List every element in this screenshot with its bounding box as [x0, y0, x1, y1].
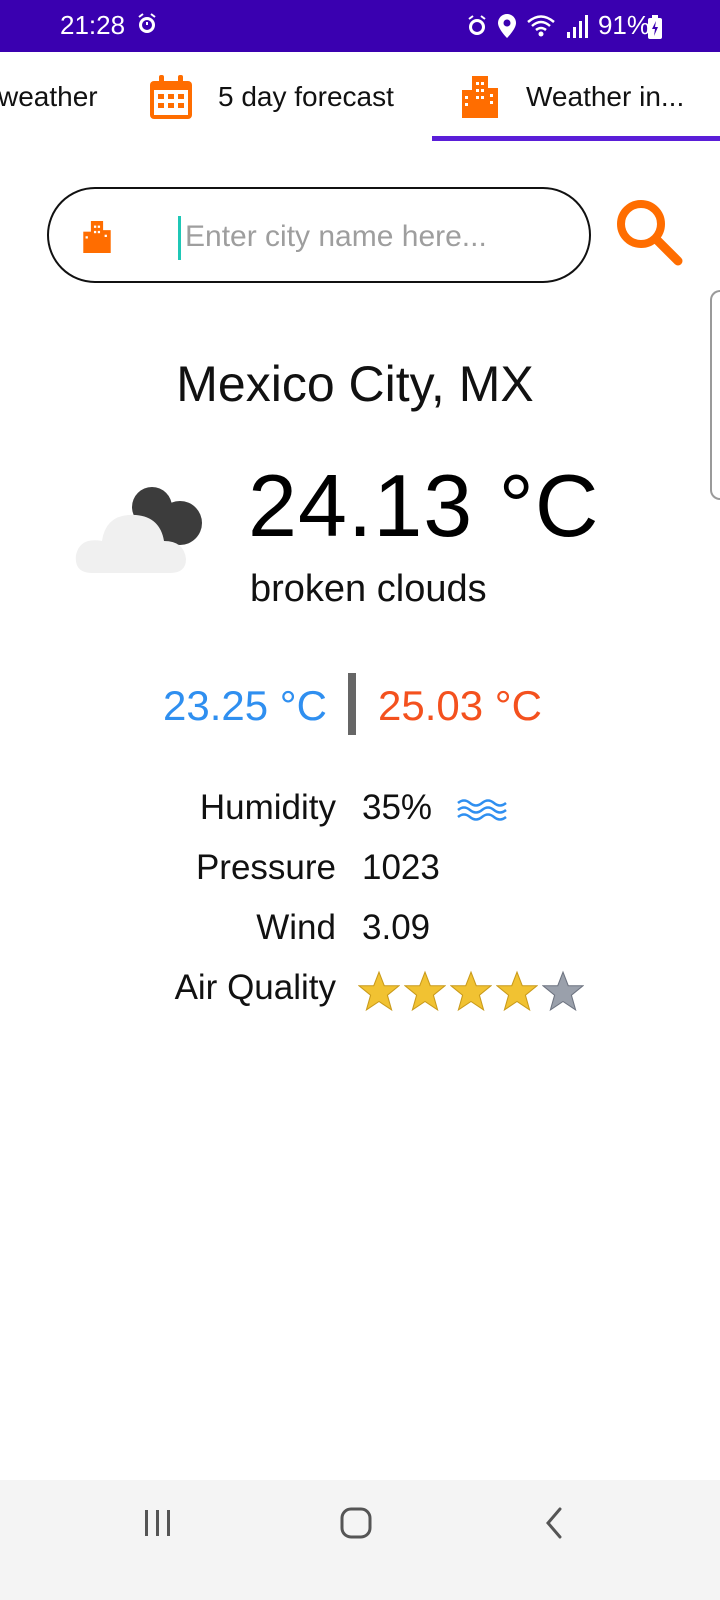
calendar-icon — [150, 75, 192, 119]
star-filled-icon — [496, 970, 538, 1012]
home-icon[interactable] — [296, 1480, 416, 1570]
back-icon[interactable] — [494, 1480, 614, 1570]
status-icons: 91% — [466, 10, 650, 41]
alarm-icon — [138, 13, 156, 33]
wifi-icon — [527, 14, 555, 36]
max-temperature: 25.03 °C — [378, 682, 542, 729]
city-name: Mexico City, MX — [176, 356, 534, 412]
text-cursor — [178, 216, 181, 260]
tab-label: weather — [0, 81, 98, 112]
city-icon — [83, 221, 111, 253]
alarm-icon — [468, 14, 486, 35]
status-bar: 21:28 91% — [0, 0, 720, 52]
weather-description: broken clouds — [250, 568, 487, 610]
search-box[interactable] — [47, 187, 591, 283]
pressure-label: Pressure — [195, 848, 336, 887]
tab-label: 5 day forecast — [218, 81, 394, 112]
wind-value: 3.09 — [362, 908, 431, 947]
air-quality-rating — [358, 970, 584, 1012]
star-filled-icon — [358, 970, 400, 1012]
humidity-value: 35% — [362, 788, 433, 827]
broken-clouds-icon — [75, 487, 202, 573]
search-icon[interactable] — [612, 195, 686, 269]
pressure-value: 1023 — [362, 848, 440, 887]
tab-5-day-forecast[interactable]: 5 day forecast — [150, 52, 394, 142]
tab-label: Weather in... — [526, 81, 685, 112]
battery-icon — [648, 15, 662, 39]
star-empty-icon — [542, 970, 584, 1012]
humidity-waves-icon — [457, 799, 507, 821]
tab-bar: weather 5 day forecast Weather in... — [0, 52, 720, 142]
humidity-label: Humidity — [199, 788, 336, 827]
signal-icon — [566, 14, 588, 38]
recents-icon[interactable] — [98, 1480, 218, 1570]
city-search-input[interactable] — [183, 211, 547, 263]
edge-panel-handle[interactable] — [710, 290, 720, 500]
divider — [348, 673, 356, 735]
battery-percent: 91% — [597, 10, 650, 40]
location-icon — [497, 13, 516, 38]
tab-weather-in-city[interactable]: Weather in... — [460, 52, 684, 142]
tab-indicator — [432, 136, 720, 141]
min-temperature: 23.25 °C — [163, 682, 327, 729]
current-temperature: 24.13 °C — [248, 456, 600, 555]
tab-current-weather[interactable]: weather — [0, 52, 98, 142]
navigation-bar — [0, 1480, 720, 1600]
status-time: 21:28 — [60, 10, 126, 40]
wind-label: Wind — [256, 908, 336, 947]
star-filled-icon — [450, 970, 492, 1012]
air-quality-label: Air Quality — [174, 968, 336, 1007]
city-icon — [462, 76, 498, 118]
star-filled-icon — [404, 970, 446, 1012]
